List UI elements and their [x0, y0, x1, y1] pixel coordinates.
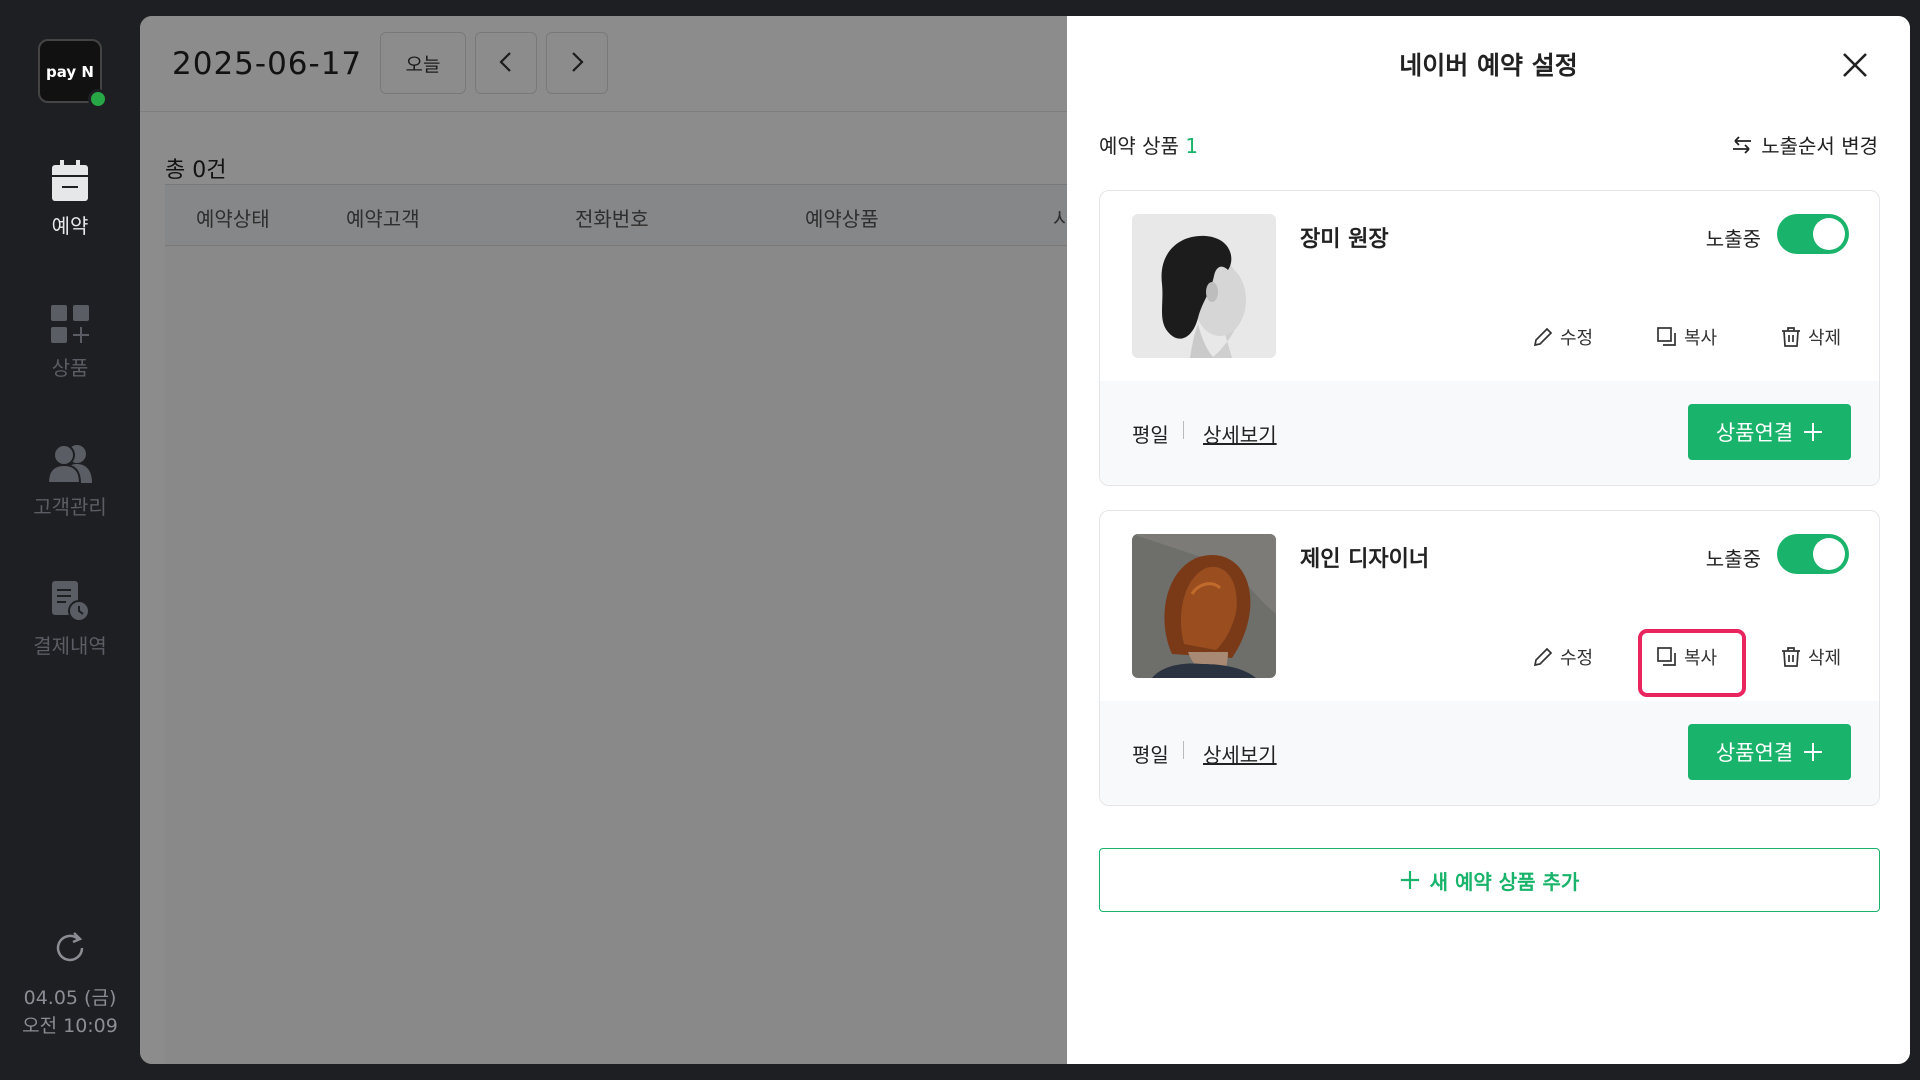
visibility-toggle[interactable] — [1777, 214, 1849, 254]
product-card: 장미 원장 노출중 수정 복사 삭제 평일 상세보기 상품연결 — [1099, 190, 1880, 486]
plus-icon — [1804, 743, 1823, 761]
app-logo[interactable]: pay N — [38, 39, 108, 109]
section-label-text: 예약 상품 — [1099, 134, 1179, 158]
plus-icon — [1804, 423, 1823, 441]
stylist-photo — [1132, 534, 1276, 678]
copy-icon — [1657, 327, 1676, 346]
refresh-icon[interactable] — [52, 930, 88, 966]
grid-plus-icon — [51, 305, 89, 343]
trash-icon — [1782, 327, 1800, 347]
schedule-label: 평일 — [1132, 423, 1169, 447]
product-card: 제인 디자이너 노출중 수정 복사 삭제 평일 상세보기 상품연결 — [1099, 510, 1880, 806]
edit-label: 수정 — [1560, 328, 1594, 349]
product-name: 제인 디자이너 — [1300, 547, 1430, 572]
main-window: 2025-06-17 오늘 총 0건 예약상태 예약고객 전화번호 예약상품 시… — [140, 16, 1910, 1064]
link-product-button[interactable]: 상품연결 — [1688, 724, 1851, 780]
current-time: 오전 10:09 — [22, 1015, 118, 1037]
plus-icon — [1400, 871, 1419, 889]
reorder-button[interactable]: 노출순서 변경 — [1731, 130, 1878, 159]
sidebar-item-label: 예약 — [51, 214, 89, 238]
visibility-toggle[interactable] — [1777, 534, 1849, 574]
delete-label: 삭제 — [1808, 328, 1842, 349]
close-icon[interactable] — [1838, 48, 1872, 82]
card-footer: 평일 상세보기 상품연결 — [1100, 701, 1879, 805]
link-product-label: 상품연결 — [1715, 421, 1794, 445]
receipt-clock-icon — [52, 581, 90, 622]
copy-label: 복사 — [1684, 328, 1718, 349]
copy-button[interactable]: 복사 — [1656, 317, 1717, 357]
trash-icon — [1782, 647, 1800, 667]
naver-reservation-settings-panel: 네이버 예약 설정 예약 상품 1 노출순서 변경 장미 원장 노출중 수정 복… — [1067, 16, 1910, 1064]
visibility-label: 노출중 — [1705, 547, 1761, 571]
sidebar: pay N 예약 상품 고객관리 결제내역 04.05 (금) 오전 10:09 — [0, 0, 140, 1080]
detail-link[interactable]: 상세보기 — [1203, 419, 1277, 448]
stylist-photo — [1132, 214, 1276, 358]
edit-button[interactable]: 수정 — [1532, 317, 1593, 357]
pencil-icon — [1533, 647, 1553, 667]
schedule-label: 평일 — [1132, 743, 1169, 767]
delete-button[interactable]: 삭제 — [1780, 637, 1841, 677]
card-footer: 평일 상세보기 상품연결 — [1100, 381, 1879, 485]
sidebar-item-label: 상품 — [51, 356, 89, 380]
sidebar-item-payments[interactable]: 결제내역 — [0, 580, 140, 659]
panel-title: 네이버 예약 설정 — [1399, 51, 1578, 80]
copy-button[interactable]: 복사 — [1656, 637, 1717, 677]
calendar-icon — [52, 160, 88, 201]
toggle-knob — [1813, 218, 1845, 250]
toggle-knob — [1813, 538, 1845, 570]
add-new-product-label: 새 예약 상품 추가 — [1429, 869, 1580, 894]
add-new-product-button[interactable]: 새 예약 상품 추가 — [1099, 848, 1880, 912]
divider — [1183, 741, 1184, 759]
sidebar-item-label: 고객관리 — [33, 495, 107, 519]
sidebar-item-customers[interactable]: 고객관리 — [0, 443, 140, 520]
logo-text: pay N — [46, 63, 94, 81]
copy-label: 복사 — [1684, 648, 1718, 669]
delete-label: 삭제 — [1808, 648, 1842, 669]
divider — [1183, 421, 1184, 439]
edit-label: 수정 — [1560, 648, 1594, 669]
delete-button[interactable]: 삭제 — [1780, 317, 1841, 357]
link-product-label: 상품연결 — [1715, 741, 1794, 765]
sidebar-item-products[interactable]: 상품 — [0, 304, 140, 381]
current-date: 04.05 (금) — [23, 987, 117, 1009]
swap-arrows-icon — [1733, 135, 1752, 154]
section-count: 1 — [1185, 134, 1199, 158]
reorder-label: 노출순서 변경 — [1761, 134, 1878, 158]
online-status-dot — [88, 89, 108, 109]
users-icon — [47, 444, 92, 483]
edit-button[interactable]: 수정 — [1532, 637, 1593, 677]
detail-link[interactable]: 상세보기 — [1203, 739, 1277, 768]
pencil-icon — [1533, 327, 1553, 347]
section-label: 예약 상품 1 — [1099, 130, 1198, 159]
link-product-button[interactable]: 상품연결 — [1688, 404, 1851, 460]
product-name: 장미 원장 — [1300, 227, 1389, 252]
visibility-label: 노출중 — [1705, 227, 1761, 251]
sidebar-item-reservation[interactable]: 예약 — [0, 160, 140, 239]
sidebar-item-label: 결제내역 — [33, 634, 107, 658]
copy-icon — [1657, 647, 1676, 666]
